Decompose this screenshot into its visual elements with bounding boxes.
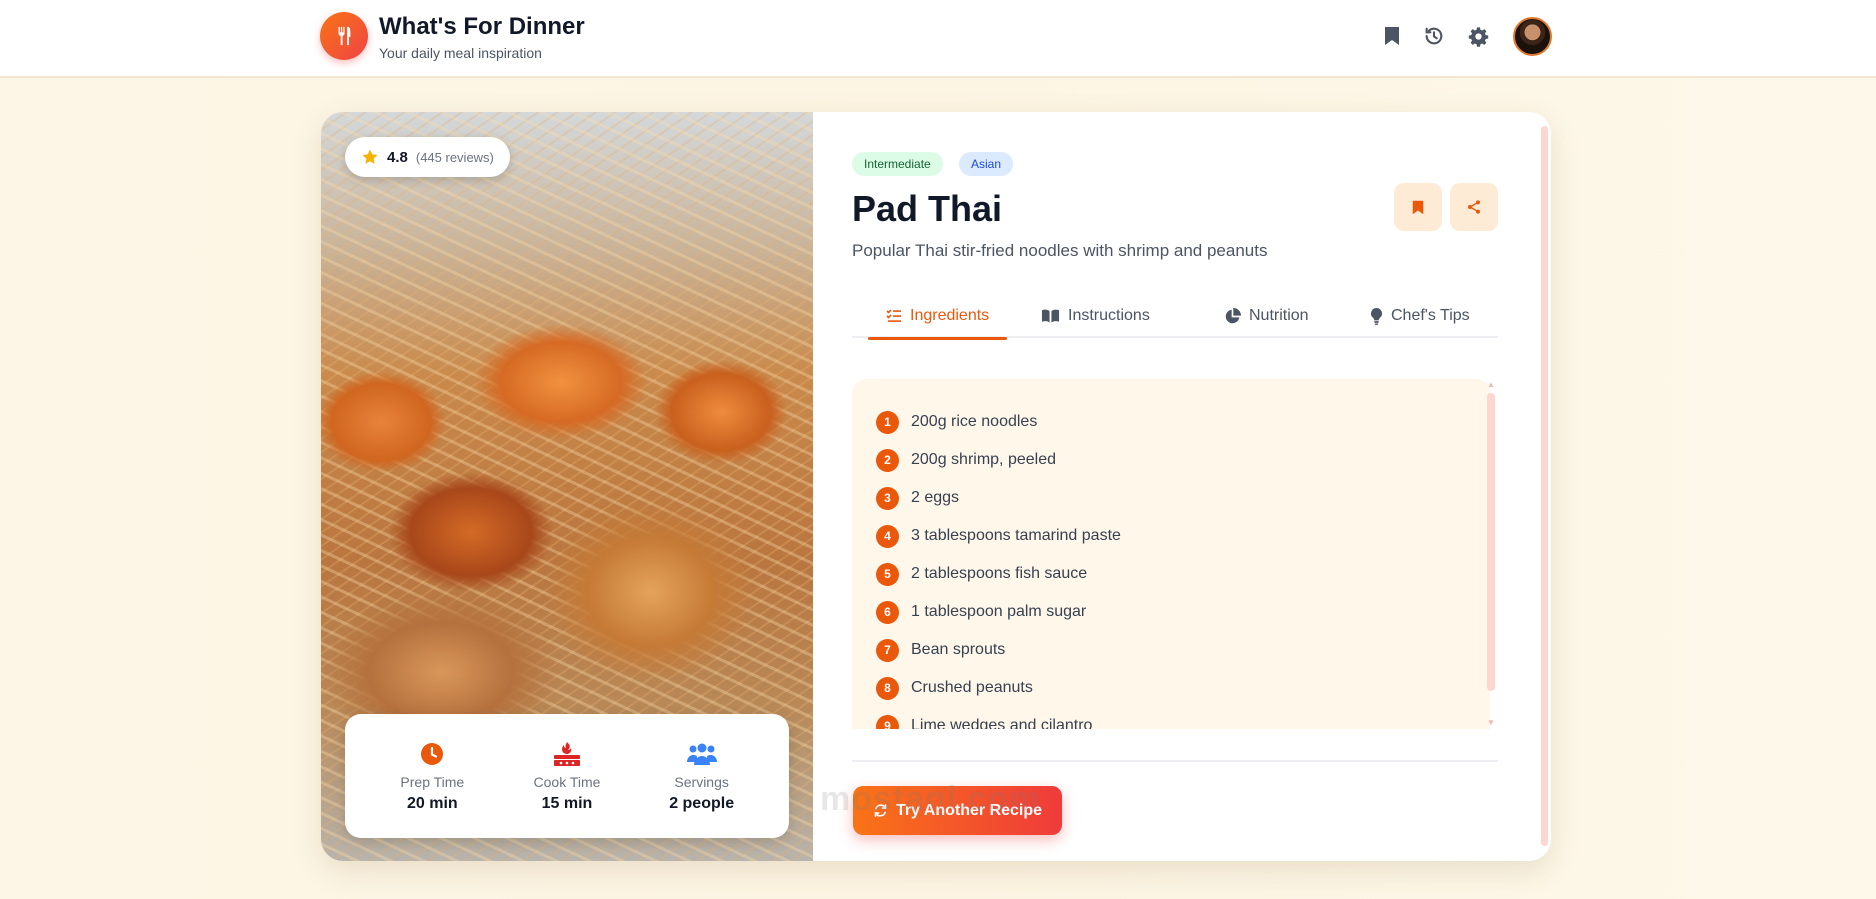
bookmark-icon[interactable] <box>1380 24 1404 48</box>
step-number: 3 <box>876 486 899 510</box>
card-scrollbar[interactable] <box>1541 126 1548 846</box>
list-item: 4 3 tablespoons tamarind paste <box>876 517 1490 555</box>
ingredient-text: 200g rice noodles <box>911 413 1038 430</box>
cook-time-value: 15 min <box>541 794 593 812</box>
history-icon[interactable] <box>1422 24 1446 48</box>
list-item: 3 2 eggs <box>876 479 1490 517</box>
users-icon <box>637 740 767 768</box>
servings-stat: Servings 2 people <box>637 740 767 813</box>
ingredient-text: 1 tablespoon palm sugar <box>911 603 1087 620</box>
step-number: 5 <box>876 562 899 586</box>
avatar[interactable] <box>1513 17 1552 56</box>
list-item: 2 200g shrimp, peeled <box>876 441 1490 479</box>
ingredient-text: 2 eggs <box>911 489 960 506</box>
ingredient-text: Crushed peanuts <box>911 679 1033 696</box>
rating-badge: 4.8 (445 reviews) <box>345 137 510 177</box>
recipe-title: Pad Thai <box>852 188 1003 229</box>
list-item: 6 1 tablespoon palm sugar <box>876 593 1490 631</box>
step-number: 2 <box>876 448 899 472</box>
lightbulb-icon <box>1371 307 1382 325</box>
step-number: 6 <box>876 600 899 624</box>
tab-instructions[interactable]: Instructions <box>1023 294 1168 338</box>
bookmark-icon <box>1412 200 1424 214</box>
app-subtitle: Your daily meal inspiration <box>379 45 542 61</box>
gear-icon[interactable] <box>1466 24 1490 48</box>
scroll-down-arrow[interactable]: ▼ <box>1487 718 1495 727</box>
ingredient-text: Bean sprouts <box>911 641 1006 658</box>
tab-label: Nutrition <box>1249 307 1309 324</box>
scroll-up-arrow[interactable]: ▲ <box>1487 380 1495 389</box>
list-item: 8 Crushed peanuts <box>876 669 1490 707</box>
tab-label: Ingredients <box>910 307 990 324</box>
step-number: 8 <box>876 676 899 700</box>
prep-time-value: 20 min <box>406 794 458 812</box>
tab-ingredients[interactable]: Ingredients <box>868 294 1008 340</box>
share-button[interactable] <box>1450 183 1498 231</box>
difficulty-badge: Intermediate <box>852 152 943 176</box>
list-item: 5 2 tablespoons fish sauce <box>876 555 1490 593</box>
app-title: What's For Dinner <box>379 13 585 40</box>
pie-chart-icon <box>1225 307 1241 323</box>
save-recipe-button[interactable] <box>1394 183 1442 231</box>
cook-time-label: Cook Time <box>533 773 601 790</box>
tab-chefs-tips[interactable]: Chef's Tips <box>1352 294 1488 338</box>
recipe-card: 4.8 (445 reviews) Prep Time 20 min Cook … <box>321 112 1551 861</box>
recipe-stats: Prep Time 20 min Cook Time 15 min Servin… <box>345 714 789 838</box>
step-number: 9 <box>876 714 899 729</box>
prep-time-stat: Prep Time 20 min <box>367 740 497 813</box>
ingredient-text: 200g shrimp, peeled <box>911 451 1056 468</box>
rating-reviews: (445 reviews) <box>415 149 494 165</box>
servings-value: 2 people <box>669 794 735 812</box>
share-icon <box>1468 200 1480 214</box>
star-icon <box>362 149 378 164</box>
ingredient-text: Lime wedges and cilantro <box>911 717 1093 729</box>
ingredients-panel: 1 200g rice noodles 2 200g shrimp, peeled … <box>852 379 1490 729</box>
prep-time-label: Prep Time <box>400 773 465 790</box>
fork-knife-logo-icon[interactable] <box>320 12 368 60</box>
cuisine-badge: Asian <box>959 152 1014 176</box>
ingredients-list: 1 200g rice noodles 2 200g shrimp, peeled … <box>852 379 1490 729</box>
list-item: 9 Lime wedges and cilantro <box>876 707 1490 729</box>
app-header: What's For Dinner Your daily meal inspir… <box>0 0 1876 78</box>
book-icon <box>1041 309 1060 323</box>
ingredient-text: 2 tablespoons fish sauce <box>911 565 1088 582</box>
list-item: 7 Bean sprouts <box>876 631 1490 669</box>
servings-label: Servings <box>674 773 729 790</box>
rating-value: 4.8 <box>387 148 408 166</box>
clock-icon <box>367 740 497 768</box>
recipe-description: Popular Thai stir-fried noodles with shr… <box>852 241 1268 260</box>
tab-label: Instructions <box>1068 307 1150 324</box>
burner-icon <box>502 740 632 768</box>
cook-time-stat: Cook Time 15 min <box>502 740 632 813</box>
tab-label: Chef's Tips <box>1391 307 1470 324</box>
list-item: 1 200g rice noodles <box>876 403 1490 441</box>
checklist-icon <box>886 309 901 322</box>
step-number: 1 <box>876 410 899 434</box>
tab-nutrition[interactable]: Nutrition <box>1206 294 1327 338</box>
ingredients-scrollbar[interactable] <box>1487 393 1495 691</box>
divider <box>852 760 1498 762</box>
step-number: 7 <box>876 638 899 662</box>
ingredient-text: 3 tablespoons tamarind paste <box>911 527 1121 544</box>
watermark: mostaql.com <box>820 780 1041 818</box>
recipe-tabs: Ingredients Instructions Nutrition Chef'… <box>852 294 1498 340</box>
step-number: 4 <box>876 524 899 548</box>
